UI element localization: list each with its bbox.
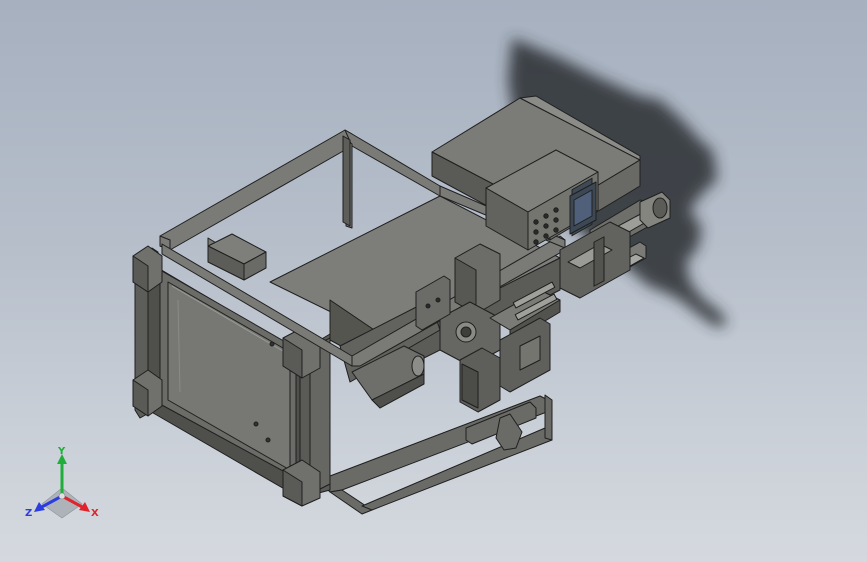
x-axis-label: X: [91, 508, 99, 519]
motor-block: [207, 233, 267, 281]
y-axis-label: Y: [57, 446, 66, 457]
cad-model-scene[interactable]: [0, 0, 867, 562]
view-orientation-triad[interactable]: Y X Z: [24, 446, 104, 526]
z-axis-label: Z: [25, 508, 32, 519]
injection-machine-model[interactable]: [132, 95, 671, 515]
graphics-viewport[interactable]: Y X Z: [0, 0, 867, 562]
y-axis-arrow: [57, 454, 67, 496]
base-frame: [319, 394, 553, 515]
